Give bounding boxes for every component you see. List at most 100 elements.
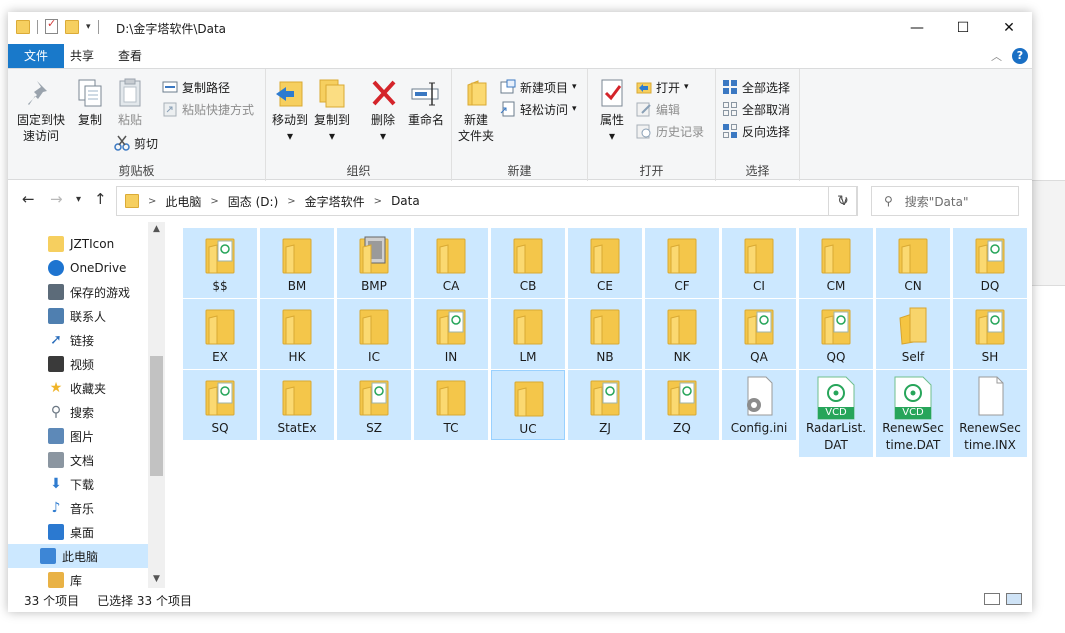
breadcrumb-this-pc[interactable]: 此电脑 — [165, 193, 201, 210]
scroll-down-icon[interactable]: ▼ — [148, 574, 165, 584]
move-to-button[interactable]: 移动到 ▾ — [270, 77, 310, 144]
file-item[interactable]: HK — [260, 299, 334, 369]
close-button[interactable]: ✕ — [986, 12, 1032, 44]
nav-item[interactable]: ♪ 音乐 — [8, 496, 148, 520]
file-item[interactable]: ZQ — [645, 370, 719, 440]
customize-toolbar-icon[interactable]: ▾ — [86, 22, 91, 32]
file-item[interactable]: BM — [260, 228, 334, 298]
breadcrumb-drive-d[interactable]: 固态 (D:) — [228, 193, 278, 210]
file-item[interactable]: CB — [491, 228, 565, 298]
tab-share[interactable]: 共享 — [58, 44, 106, 68]
file-item[interactable]: UC — [491, 370, 565, 440]
file-item[interactable]: LM — [491, 299, 565, 369]
scroll-up-icon[interactable]: ▲ — [148, 224, 165, 234]
copy-to-button[interactable]: 复制到 ▾ — [312, 77, 352, 144]
file-item[interactable]: DQ — [953, 228, 1027, 298]
file-item[interactable]: TC — [414, 370, 488, 440]
copy-path-button[interactable]: 复制路径 — [162, 77, 230, 97]
search-input[interactable]: ⚲ 搜索"Data" — [871, 186, 1019, 216]
file-item[interactable]: ZJ — [568, 370, 642, 440]
scrollbar-thumb[interactable] — [150, 356, 163, 476]
file-item[interactable]: CE — [568, 228, 642, 298]
nav-item[interactable]: 此电脑 — [8, 544, 148, 568]
breadcrumb-folder[interactable]: 金字塔软件 — [305, 193, 365, 210]
select-all-button[interactable]: 全部选择 — [722, 77, 790, 97]
chevron-right-icon[interactable]: > — [287, 196, 295, 207]
up-button[interactable]: ↑ — [94, 190, 107, 208]
file-item[interactable]: VCD RenewSec time.DAT — [876, 370, 950, 457]
properties-icon[interactable] — [45, 17, 58, 34]
new-item-button[interactable]: 新建项目 ▾ — [500, 77, 577, 97]
help-icon[interactable]: ? — [1012, 48, 1028, 64]
chevron-right-icon[interactable]: > — [148, 196, 156, 207]
nav-item[interactable]: 联系人 — [8, 304, 148, 328]
nav-item[interactable]: JZTIcon — [8, 232, 148, 256]
nav-item[interactable]: ⚲ 搜索 — [8, 400, 148, 424]
details-view-icon[interactable] — [984, 593, 1000, 605]
paste-shortcut-button[interactable]: 粘贴快捷方式 — [162, 99, 254, 119]
file-item[interactable]: IC — [337, 299, 411, 369]
nav-item[interactable]: 文档 — [8, 448, 148, 472]
cut-button[interactable]: 剪切 — [114, 133, 158, 153]
paste-button[interactable]: 粘贴 — [112, 77, 148, 128]
address-bar[interactable]: > 此电脑 > 固态 (D:) > 金字塔软件 > Data ∨ — [116, 186, 857, 216]
nav-item[interactable]: 桌面 — [8, 520, 148, 544]
delete-button[interactable]: 删除 ▾ — [368, 77, 398, 144]
file-item[interactable]: CN — [876, 228, 950, 298]
file-item[interactable]: CA — [414, 228, 488, 298]
file-item[interactable]: NB — [568, 299, 642, 369]
new-folder-icon[interactable] — [65, 19, 79, 34]
file-item[interactable]: NK — [645, 299, 719, 369]
easy-access-button[interactable]: 轻松访问 ▾ — [500, 99, 577, 119]
open-button[interactable]: 打开 ▾ — [636, 77, 689, 97]
properties-button[interactable]: 属性 ▾ — [594, 77, 630, 144]
file-item[interactable]: IN — [414, 299, 488, 369]
file-item[interactable]: EX — [183, 299, 257, 369]
breadcrumb-current[interactable]: Data — [391, 194, 420, 208]
back-button[interactable]: ← — [22, 190, 35, 208]
nav-item[interactable]: 视频 — [8, 352, 148, 376]
file-item[interactable]: SZ — [337, 370, 411, 440]
scrollbar[interactable]: ▲ ▼ — [148, 222, 165, 588]
chevron-right-icon[interactable]: > — [374, 196, 382, 207]
new-folder-button[interactable]: 新建 文件夹 — [456, 77, 496, 144]
edit-button[interactable]: 编辑 — [636, 99, 680, 119]
nav-item[interactable]: OneDrive — [8, 256, 148, 280]
maximize-button[interactable]: ☐ — [940, 12, 986, 44]
file-item[interactable]: VCD RadarList. DAT — [799, 370, 873, 457]
file-item[interactable]: SH — [953, 299, 1027, 369]
forward-button[interactable]: → — [50, 190, 63, 208]
file-item[interactable]: CM — [799, 228, 873, 298]
nav-item[interactable]: 保存的游戏 — [8, 280, 148, 304]
file-item[interactable]: BMP — [337, 228, 411, 298]
history-button[interactable]: 历史记录 — [636, 121, 704, 141]
nav-item[interactable]: ⬇ 下载 — [8, 472, 148, 496]
file-item[interactable]: RenewSec time.INX — [953, 370, 1027, 457]
search-icon: ⚲ — [884, 194, 893, 208]
file-item[interactable]: Self — [876, 299, 950, 369]
minimize-button[interactable]: — — [894, 12, 940, 44]
pin-quick-access-button[interactable]: 固定到快 速访问 — [14, 77, 68, 144]
copy-button[interactable]: 复制 — [72, 77, 108, 128]
file-item[interactable]: QQ — [799, 299, 873, 369]
file-item[interactable]: Config.ini — [722, 370, 796, 440]
chevron-right-icon[interactable]: > — [210, 196, 218, 207]
refresh-button[interactable]: ↻ — [828, 186, 858, 216]
nav-item[interactable]: ➚ 链接 — [8, 328, 148, 352]
file-item[interactable]: SQ — [183, 370, 257, 440]
file-item[interactable]: QA — [722, 299, 796, 369]
select-none-button[interactable]: 全部取消 — [722, 99, 790, 119]
file-item[interactable]: CF — [645, 228, 719, 298]
tab-view[interactable]: 查看 — [106, 44, 154, 68]
file-item[interactable]: StatEx — [260, 370, 334, 440]
invert-selection-button[interactable]: 反向选择 — [722, 121, 790, 141]
nav-item[interactable]: ★ 收藏夹 — [8, 376, 148, 400]
minimize-ribbon-icon[interactable]: ︿ — [991, 48, 1002, 64]
nav-item[interactable]: 图片 — [8, 424, 148, 448]
file-item[interactable]: $$ — [183, 228, 257, 298]
recent-locations-icon[interactable]: ▾ — [76, 194, 81, 205]
large-icons-view-icon[interactable] — [1006, 593, 1022, 605]
file-item[interactable]: CI — [722, 228, 796, 298]
properties-icon — [596, 77, 628, 109]
rename-button[interactable]: 重命名 — [404, 77, 448, 128]
